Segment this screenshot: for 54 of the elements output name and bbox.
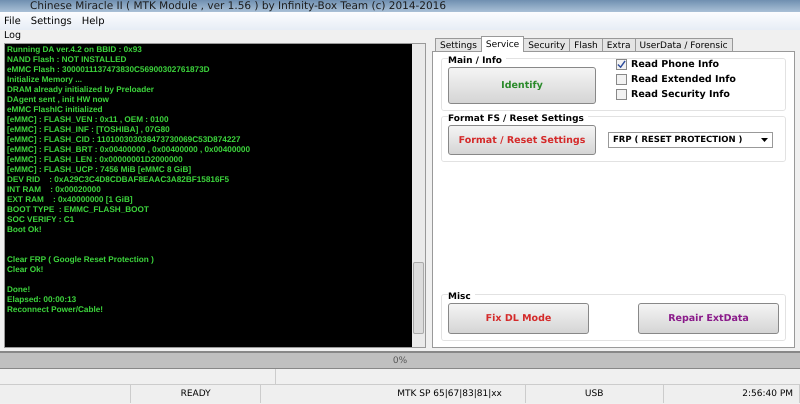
log-line: Done! xyxy=(7,285,32,295)
log-line: Reconnect Power/Cable! xyxy=(7,305,104,315)
log-line: Initialize Memory ... xyxy=(7,75,84,85)
window-title: Chinese Miracle II ( MTK Module , ver 1.56 ) by Infinity-Box Team (c) 2014-2016 xyxy=(30,0,446,12)
checkbox-label: Read Extended Info xyxy=(631,74,736,85)
log-line: eMMC FlashIC initialized xyxy=(7,105,104,115)
log-line: DEV RID : 0xA29C3C4D8CDBAF8EAAC3A82BF15816F5 xyxy=(7,175,230,185)
log-line: NAND Flash : NOT INSTALLED xyxy=(7,55,128,65)
dropdown-arrow-icon xyxy=(761,138,768,142)
checkbox[interactable] xyxy=(616,74,627,85)
action-button[interactable]: Repair ExtData xyxy=(638,303,779,334)
tab[interactable]: Extra xyxy=(602,38,636,52)
log-line: BOOT TYPE : EMMC_FLASH_BOOT xyxy=(7,205,150,215)
log-line: [eMMC] : FLASH_VEN : 0x11 , OEM : 0100 xyxy=(7,115,170,125)
log-line: [eMMC] : FLASH_BRT : 0x00400000 , 0x00400000 , 0x00400000 xyxy=(7,145,252,155)
checkbox[interactable] xyxy=(616,89,627,100)
action-button[interactable]: Fix DL Mode xyxy=(448,303,589,334)
menu-item[interactable]: File xyxy=(4,16,21,26)
log-line: Clear FRP ( Google Reset Protection ) xyxy=(7,255,155,265)
log-line: eMMC Flash : 3000011137473830C56900302761873D xyxy=(7,65,211,75)
log-line: [eMMC] : FLASH_CID : 110100303038473730069C53D874227 xyxy=(7,135,242,145)
log-line: [eMMC] : FLASH_UCP : 7456 MiB [eMMC 8 GiB] xyxy=(7,165,192,175)
log-line: SOC VERIFY : C1 xyxy=(7,215,76,225)
checkbox-label: Read Phone Info xyxy=(631,59,720,70)
log-line: Boot Ok! xyxy=(7,225,43,235)
group-title: Main / Info xyxy=(448,56,506,67)
log-line: INT RAM : 0x00020000 xyxy=(7,185,102,195)
checkbox-label: Read Security Info xyxy=(631,89,730,100)
menu-item[interactable]: Help xyxy=(82,16,105,26)
status-text: READY xyxy=(130,385,262,403)
scroll-bar[interactable] xyxy=(412,44,425,347)
log-line: [eMMC] : FLASH_INF : [TOSHIBA] , 07G80 xyxy=(7,125,171,135)
log-line: DAgent sent , init HW now xyxy=(7,95,110,105)
checkbox[interactable] xyxy=(616,59,627,70)
tab[interactable]: UserData / Forensic xyxy=(634,38,733,52)
log-line: Elapsed: 00:00:13 xyxy=(7,295,78,305)
log-line: [eMMC] : FLASH_LEN : 0x00000001D2000000 xyxy=(7,155,184,165)
log-line: Running DA ver.4.2 on BBID : 0x93 xyxy=(7,45,143,55)
tab[interactable]: Flash xyxy=(569,38,603,52)
log-label: Log xyxy=(4,30,22,41)
status-text: USB xyxy=(526,385,664,403)
menu-item[interactable]: Settings xyxy=(30,16,72,26)
group-title: Format FS / Reset Settings xyxy=(448,114,588,125)
progress-reading: 0% xyxy=(392,356,408,366)
format-button[interactable]: Format / Reset Settings xyxy=(448,125,596,155)
status-text: MTK SP 65|67|83|81|xx xyxy=(393,385,526,403)
tab[interactable]: Settings xyxy=(435,38,482,52)
log-line: EXT RAM : 0x40000000 [1 GiB] xyxy=(7,195,134,205)
dropdown[interactable]: FRP ( RESET PROTECTION ) xyxy=(608,132,773,148)
log-line: Clear Ok! xyxy=(7,265,44,275)
log-line: DRAM already initialized by Preloader xyxy=(7,85,155,95)
status-text: 2:56:40 PM xyxy=(664,385,800,403)
tab[interactable]: Service xyxy=(480,36,524,52)
identify-button[interactable]: Identify xyxy=(448,67,596,104)
